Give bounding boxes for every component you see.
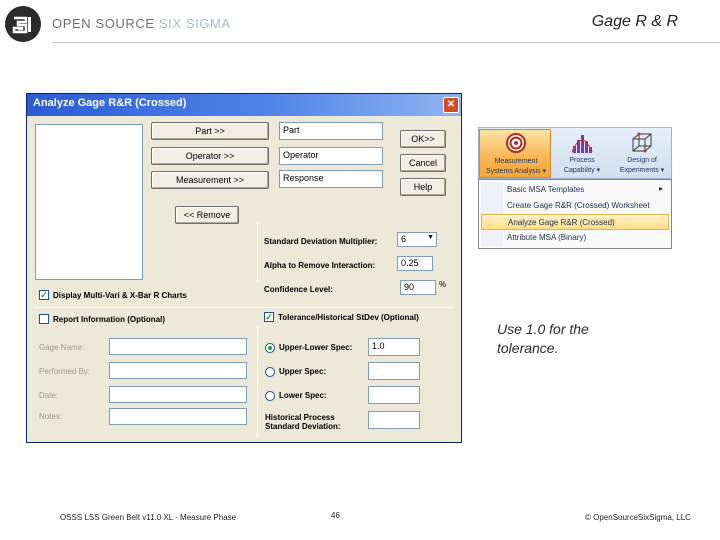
notes-field[interactable] xyxy=(109,408,247,425)
multivari-label: Display Multi-Vari & X-Bar R Charts xyxy=(53,291,187,300)
lower-spec-label: Lower Spec: xyxy=(279,391,327,400)
menu-item-create-worksheet[interactable]: Create Gage R&R (Crossed) Worksheet xyxy=(481,198,669,214)
section-divider xyxy=(33,307,455,308)
remove-button[interactable]: << Remove xyxy=(175,206,239,224)
footer-course: OSSS LSS Green Belt v11.0 XL - Measure P… xyxy=(60,513,237,522)
brand-accent: SIX SIGMA xyxy=(158,16,231,31)
upper-spec-label: Upper Spec: xyxy=(279,367,327,376)
lower-spec-radio[interactable] xyxy=(265,391,275,401)
footer-copyright: © OpenSourceSixSigma, LLC xyxy=(585,513,691,522)
report-info-checkbox[interactable] xyxy=(39,314,49,324)
report-info-label: Report Information (Optional) xyxy=(53,315,165,324)
process-capability-button[interactable]: Process Capability ▾ xyxy=(553,129,611,178)
notes-label: Notes: xyxy=(39,412,63,421)
date-label: Date: xyxy=(39,391,59,400)
historical-label-2: Standard Deviation: xyxy=(265,422,341,431)
target-icon xyxy=(506,133,526,153)
multivari-checkbox[interactable]: ✓ xyxy=(39,290,49,300)
part-button[interactable]: Part >> xyxy=(151,122,269,140)
process-label-1: Process xyxy=(569,157,595,164)
measurement-button[interactable]: Measurement >> xyxy=(151,171,269,189)
help-button[interactable]: Help xyxy=(400,178,446,196)
excel-ribbon: Measurement Systems Analysis ▾ Process C… xyxy=(478,127,672,179)
response-field[interactable]: Response xyxy=(279,170,383,188)
performed-by-label: Performed By: xyxy=(39,367,91,376)
cancel-button[interactable]: Cancel xyxy=(400,154,446,172)
lower-divider xyxy=(257,326,258,438)
msa-dropdown-menu: Basic MSA Templates ▸ Create Gage R&R (C… xyxy=(478,179,672,249)
gage-name-field[interactable] xyxy=(109,338,247,355)
upper-spec-field[interactable] xyxy=(368,362,420,380)
menu-item-attribute-msa[interactable]: Attribute MSA (Binary) xyxy=(481,230,669,246)
alpha-field[interactable]: 0.25 xyxy=(397,256,433,271)
settings-divider xyxy=(257,222,258,282)
analyze-gage-dialog: Analyze Gage R&R (Crossed) ✕ Part >> Ope… xyxy=(26,93,462,443)
design-of-experiments-button[interactable]: Design of Experiments ▾ xyxy=(613,129,671,178)
slide-title: Gage R & R xyxy=(591,13,678,30)
alpha-label: Alpha to Remove Interaction: xyxy=(264,261,376,270)
menu-item-basic-msa-templates[interactable]: Basic MSA Templates ▸ xyxy=(481,182,669,198)
doe-label-2: Experiments ▾ xyxy=(619,167,665,174)
confidence-unit: % xyxy=(439,280,447,289)
doe-label-1: Design of xyxy=(627,157,657,164)
confidence-label: Confidence Level: xyxy=(264,285,333,294)
menu-item-label: Analyze Gage R&R (Crossed) xyxy=(508,218,615,227)
upper-lower-spec-label: Upper-Lower Spec: xyxy=(279,343,353,352)
ok-button[interactable]: OK>> xyxy=(400,130,446,148)
date-field[interactable] xyxy=(109,386,247,403)
measurement-systems-analysis-button[interactable]: Measurement Systems Analysis ▾ xyxy=(479,129,551,178)
operator-field[interactable]: Operator xyxy=(279,147,383,165)
instruction-note: Use 1.0 for the tolerance. xyxy=(497,320,589,358)
upper-spec-radio[interactable] xyxy=(265,367,275,377)
dialog-titlebar: Analyze Gage R&R (Crossed) ✕ xyxy=(27,94,461,116)
submenu-arrow-icon: ▸ xyxy=(658,184,663,193)
brand-name: OPEN SOURCE SIX SIGMA xyxy=(52,16,231,31)
confidence-field[interactable]: 90 xyxy=(400,280,436,295)
performed-by-field[interactable] xyxy=(109,362,247,379)
process-label-2: Capability ▾ xyxy=(563,167,601,174)
dropdown-arrow-icon: ▼ xyxy=(427,234,434,241)
stddev-multiplier-value: 6 xyxy=(401,234,407,244)
variable-listbox[interactable] xyxy=(35,124,143,280)
menu-item-label: Attribute MSA (Binary) xyxy=(507,233,587,242)
upper-lower-spec-radio[interactable] xyxy=(265,343,275,353)
measurement-label-2: Systems Analysis ▾ xyxy=(486,168,546,175)
stddev-multiplier-select[interactable]: 6 ▼ xyxy=(397,232,437,247)
histogram-icon xyxy=(571,135,593,153)
open-source-six-sigma-logo-icon xyxy=(5,6,41,42)
menu-item-label: Basic MSA Templates xyxy=(507,185,585,194)
note-line-2: tolerance. xyxy=(497,340,559,356)
measurement-label-1: Measurement xyxy=(494,158,538,165)
upper-lower-spec-field[interactable]: 1.0 xyxy=(368,338,420,356)
operator-button[interactable]: Operator >> xyxy=(151,147,269,165)
header-divider xyxy=(52,42,720,43)
dialog-title: Analyze Gage R&R (Crossed) xyxy=(33,97,187,109)
part-field[interactable]: Part xyxy=(279,122,383,140)
historical-label-1: Historical Process xyxy=(265,413,335,422)
gage-name-label: Gage Name: xyxy=(39,343,85,352)
tolerance-label: Tolerance/Historical StDev (Optional) xyxy=(278,313,419,322)
menu-item-analyze-gage[interactable]: Analyze Gage R&R (Crossed) xyxy=(481,214,669,230)
tolerance-checkbox[interactable]: ✓ xyxy=(264,312,274,322)
cube-icon xyxy=(632,132,652,153)
footer-page-number: 46 xyxy=(331,511,340,520)
historical-stddev-field[interactable] xyxy=(368,411,420,429)
menu-item-label: Create Gage R&R (Crossed) Worksheet xyxy=(507,201,650,210)
lower-spec-field[interactable] xyxy=(368,386,420,404)
dialog-close-button[interactable]: ✕ xyxy=(443,97,459,113)
note-line-1: Use 1.0 for the xyxy=(497,321,589,337)
stddev-multiplier-label: Standard Deviation Multiplier: xyxy=(264,237,378,246)
